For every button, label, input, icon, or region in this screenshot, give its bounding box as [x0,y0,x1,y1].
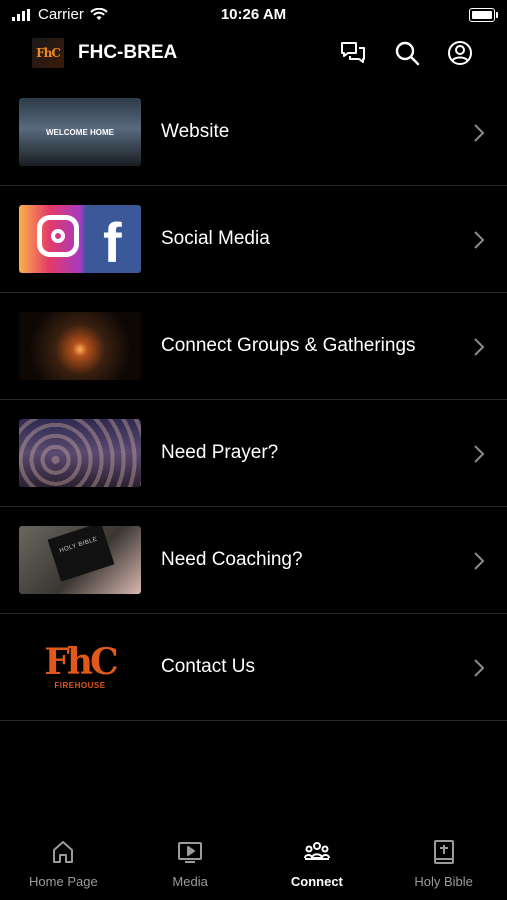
tab-connect[interactable]: Connect [254,828,381,900]
social-media-thumbnail: f [19,205,141,273]
bible-book-image: HOLY BIBLE [47,526,115,582]
tab-holy-bible[interactable]: Holy Bible [380,828,507,900]
app-logo-text: FhC [36,46,61,60]
status-time: 10:26 AM [220,6,287,23]
chevron-right-icon [474,659,485,677]
tab-media[interactable]: Media [127,828,254,900]
tab-home-page[interactable]: Home Page [0,828,127,900]
firehouse-logo-text: FIREHOUSE [54,680,106,690]
home-icon [53,841,74,863]
contact-us-thumbnail: FhC FIREHOUSE [19,633,141,701]
tab-label: Connect [290,874,343,889]
book-cover-text: HOLY BIBLE [58,536,99,555]
need-coaching-thumbnail: HOLY BIBLE [19,526,141,594]
menu-item-label: Contact Us [161,656,255,677]
tab-label: Holy Bible [414,874,473,889]
menu-item-connect-groups[interactable]: Connect Groups & Gatherings [0,293,507,400]
tab-label: Home Page [29,874,98,889]
app-logo[interactable]: FhC [32,38,64,68]
need-prayer-thumbnail [19,419,141,487]
menu-item-label: Connect Groups & Gatherings [161,335,416,356]
website-thumbnail: WELCOME HOME [19,98,141,166]
search-icon[interactable] [392,38,422,68]
battery-icon [469,8,498,22]
people-icon [303,842,330,860]
chevron-right-icon [474,231,485,249]
menu-item-label: Need Prayer? [161,442,279,463]
menu-item-label: Social Media [161,228,270,249]
tv-play-icon [178,842,203,863]
connect-groups-thumbnail [19,312,141,380]
tab-label: Media [172,874,208,889]
menu-item-social-media[interactable]: f Social Media [0,186,507,293]
page-title: FHC-BREA [78,42,178,63]
menu-item-label: Need Coaching? [161,549,303,570]
facebook-icon: f [103,211,122,273]
status-bar: Carrier 10:26 AM [0,0,507,30]
chevron-right-icon [474,124,485,142]
thumbnail-caption: WELCOME HOME [46,128,114,137]
chevron-right-icon [474,552,485,570]
menu-item-label: Website [161,121,230,142]
bible-icon [433,840,454,864]
chevron-right-icon [474,445,485,463]
chevron-right-icon [474,338,485,356]
chat-icon[interactable] [338,38,368,68]
connect-menu-list: WELCOME HOME Website f Social Media Conn… [0,79,507,721]
menu-item-need-prayer[interactable]: Need Prayer? [0,400,507,507]
bottom-tab-bar: Home Page Media Connect Holy Bible [0,828,507,900]
menu-item-contact-us[interactable]: FhC FIREHOUSE Contact Us [0,614,507,721]
app-header: FhC FHC-BREA [0,34,507,74]
profile-icon[interactable] [445,38,475,68]
instagram-icon [37,215,79,257]
menu-item-website[interactable]: WELCOME HOME Website [0,79,507,186]
fhc-logo-text: FhC [44,640,118,683]
menu-item-need-coaching[interactable]: HOLY BIBLE Need Coaching? [0,507,507,614]
